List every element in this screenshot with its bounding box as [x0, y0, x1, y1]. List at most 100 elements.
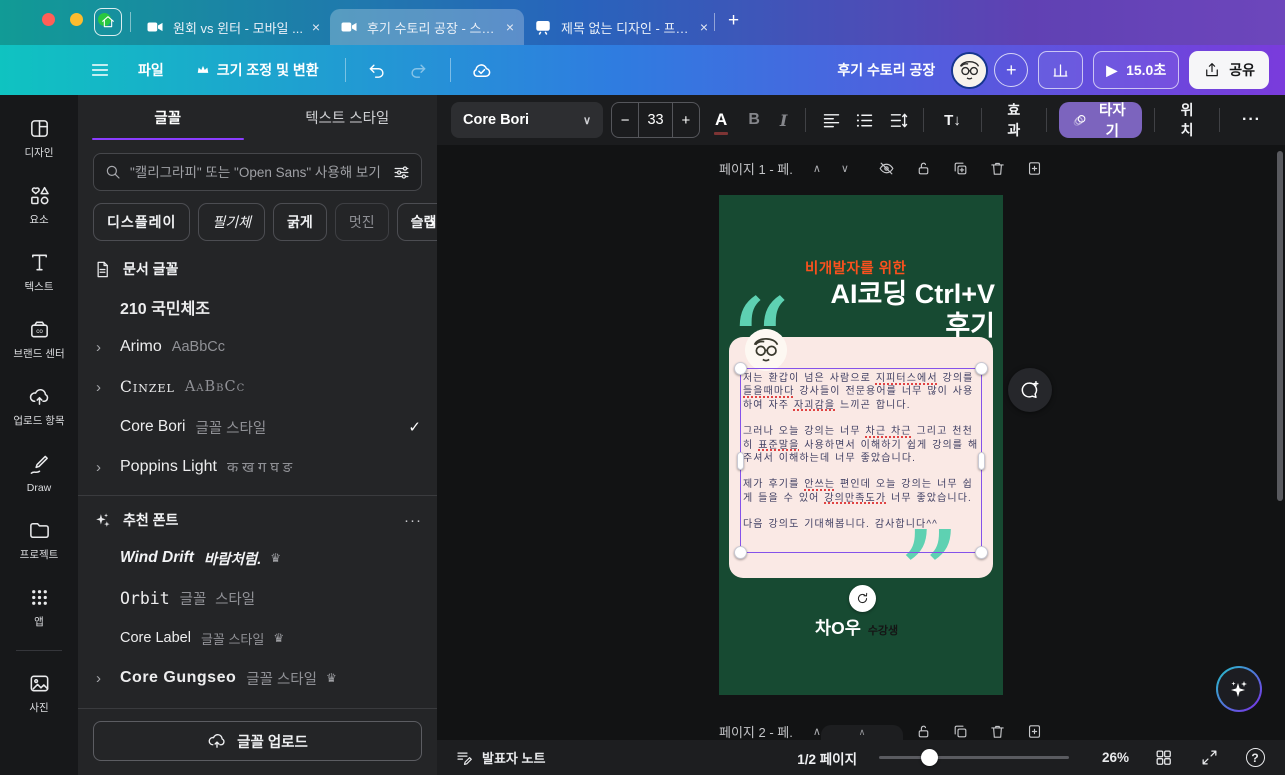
font-size-decrease-button[interactable]: − — [612, 103, 638, 137]
font-row-arimo[interactable]: › Arimo AaBbCc — [78, 327, 437, 367]
duplicate-page-button[interactable] — [951, 160, 969, 178]
chip-handwriting[interactable]: 필기체 — [198, 203, 266, 241]
design-eyebrow-text[interactable]: 비개발자를 위한 — [805, 257, 906, 278]
font-row-core-label[interactable]: Core Label 글꼴 스타일 ♛ — [78, 618, 437, 658]
zoom-slider-thumb[interactable] — [921, 749, 938, 766]
font-row-210-gukmin[interactable]: 210 국민체조 — [78, 287, 437, 327]
zoom-slider[interactable] — [879, 749, 1069, 766]
design-page-1[interactable]: 비개발자를 위한 AI코딩 Ctrl+V 후기 “ 저는 환갑이 넘은 사람으로… — [719, 195, 1003, 695]
move-page-up-icon[interactable]: ∧ — [813, 725, 821, 738]
bold-button[interactable]: B — [742, 111, 766, 129]
text-align-button[interactable] — [818, 104, 844, 136]
sidebar-item-draw[interactable]: Draw — [4, 440, 74, 507]
delete-page-button[interactable] — [988, 723, 1006, 741]
selected-text-box[interactable]: 저는 환갑이 넘은 사람으로 지피터스에서 강의를 들을때마다 강사들이 전문용… — [734, 362, 988, 559]
chevron-right-icon[interactable]: › — [96, 339, 120, 356]
chevron-right-icon[interactable]: › — [96, 670, 120, 687]
filter-sliders-icon[interactable] — [392, 163, 411, 182]
sidebar-item-uploads[interactable]: 업로드 항목 — [4, 373, 74, 440]
collapse-pages-tab[interactable]: ∧ — [821, 725, 903, 740]
new-tab-button[interactable]: + — [728, 10, 739, 32]
undo-button[interactable] — [360, 53, 394, 87]
review-paragraph[interactable]: 다음 강의도 기대해봅니다. 감사합니다^^ — [743, 518, 980, 531]
list-button[interactable] — [852, 104, 878, 136]
upload-font-button[interactable]: 글꼴 업로드 — [93, 721, 422, 761]
window-close-button[interactable] — [42, 13, 55, 26]
resize-button[interactable]: 크기 조정 및 변환 — [184, 52, 331, 88]
review-avatar[interactable] — [745, 329, 787, 371]
page-2-label[interactable]: 페이지 2 - 페. — [719, 722, 793, 740]
design-title-text[interactable]: AI코딩 Ctrl+V 후기 — [831, 279, 995, 343]
font-size-increase-button[interactable]: + — [673, 103, 699, 137]
cloud-save-status-button[interactable] — [465, 53, 499, 87]
more-options-icon[interactable]: ··· — [404, 512, 422, 529]
presenter-notes-button[interactable]: 발표자 노트 — [455, 748, 545, 767]
add-page-button[interactable] — [1025, 723, 1043, 741]
browser-tab-3[interactable]: 제목 없는 디자인 - 프레... × — [524, 9, 718, 45]
home-button[interactable] — [94, 8, 122, 36]
chevron-right-icon[interactable]: › — [429, 212, 435, 232]
zoom-level[interactable]: 26% — [1091, 750, 1129, 765]
animate-typewriter-button[interactable]: 타자기 — [1058, 102, 1143, 140]
rotate-handle[interactable] — [849, 585, 876, 612]
sidebar-item-elements[interactable]: 요소 — [4, 172, 74, 239]
share-button[interactable]: 공유 — [1189, 51, 1269, 89]
font-search-input[interactable] — [130, 164, 384, 180]
resize-handle-top-left[interactable] — [734, 362, 747, 375]
help-button[interactable]: ? — [1243, 746, 1267, 770]
sidebar-item-apps[interactable]: 앱 — [4, 574, 74, 641]
review-author[interactable]: 차O우 수강생 — [815, 615, 898, 640]
resize-handle-left[interactable] — [737, 451, 744, 470]
fullscreen-button[interactable] — [1197, 746, 1221, 770]
tab-fonts[interactable]: 글꼴 — [78, 95, 258, 140]
document-title[interactable]: 후기 수토리 공장 — [837, 60, 935, 80]
move-page-up-icon[interactable]: ∧ — [813, 162, 821, 175]
browser-tab-1[interactable]: 원회 vs 윈터 - 모바일 ... × — [136, 9, 330, 45]
grid-view-button[interactable] — [1151, 746, 1175, 770]
move-page-down-icon[interactable]: ∨ — [841, 162, 849, 175]
effects-button[interactable]: 효과 — [994, 100, 1034, 140]
review-paragraph[interactable]: 그러나 오늘 강의는 너무 차근 차근 그리고 천천히 표준말을 사용하면서 이… — [743, 425, 980, 465]
sidebar-item-text[interactable]: 텍스트 — [4, 239, 74, 306]
duplicate-page-button[interactable] — [951, 723, 969, 741]
sidebar-item-projects[interactable]: 프로젝트 — [4, 507, 74, 574]
add-page-button[interactable] — [1025, 160, 1043, 178]
canvas-scrollbar[interactable] — [1277, 151, 1283, 501]
font-row-poppins-light[interactable]: › Poppins Light क ख ग घ ङ — [78, 447, 437, 487]
more-options-icon[interactable]: ··· — [1232, 111, 1271, 129]
vertical-text-button[interactable]: T↓ — [936, 112, 969, 129]
position-button[interactable]: 위치 — [1167, 100, 1207, 140]
avatar[interactable] — [951, 51, 989, 89]
tab-text-styles[interactable]: 텍스트 스타일 — [258, 95, 438, 140]
lock-page-button[interactable] — [914, 160, 932, 178]
page-1-label[interactable]: 페이지 1 - 페. — [719, 159, 793, 178]
font-row-core-gungseo[interactable]: › Core Gungseo 글꼴 스타일 ♛ — [78, 658, 437, 698]
font-row-orbit[interactable]: Orbit 글꼴 스타일 — [78, 578, 437, 618]
browser-tab-2-active[interactable]: 후기 수토리 공장 - 스토리 × — [330, 9, 524, 45]
chevron-right-icon[interactable]: › — [96, 379, 120, 396]
lock-page-button[interactable] — [914, 723, 932, 741]
redo-button[interactable] — [402, 53, 436, 87]
add-member-button[interactable]: + — [994, 53, 1029, 87]
font-size-value[interactable]: 33 — [638, 103, 673, 137]
resize-handle-top-right[interactable] — [975, 362, 988, 375]
review-paragraph[interactable]: 제가 후기를 안쓰는 편인데 오늘 강의는 너무 쉽게 들을 수 있어 강의만족… — [743, 478, 980, 505]
insights-button[interactable] — [1038, 51, 1084, 89]
ai-assistant-button[interactable] — [1216, 666, 1262, 712]
close-icon[interactable]: × — [506, 19, 514, 35]
hide-page-button[interactable] — [877, 160, 895, 178]
chip-display[interactable]: 디스플레이 — [93, 203, 191, 241]
resize-handle-bottom-right[interactable] — [975, 546, 988, 559]
window-minimize-button[interactable] — [70, 13, 83, 26]
chevron-right-icon[interactable]: › — [96, 459, 120, 476]
chip-bold[interactable]: 굵게 — [273, 203, 327, 241]
add-comment-button[interactable] — [1008, 368, 1052, 412]
font-family-dropdown[interactable]: Core Bori ∨ — [451, 102, 603, 138]
sidebar-item-design[interactable]: 디자인 — [4, 105, 74, 172]
sidebar-item-photos[interactable]: 사진 — [4, 660, 74, 727]
chip-cool[interactable]: 멋진 — [334, 203, 389, 241]
close-icon[interactable]: × — [700, 19, 708, 35]
main-menu-button[interactable] — [82, 52, 118, 88]
file-menu-button[interactable]: 파일 — [126, 52, 176, 88]
sidebar-item-brand-center[interactable]: co 브랜드 센터 — [4, 306, 74, 373]
